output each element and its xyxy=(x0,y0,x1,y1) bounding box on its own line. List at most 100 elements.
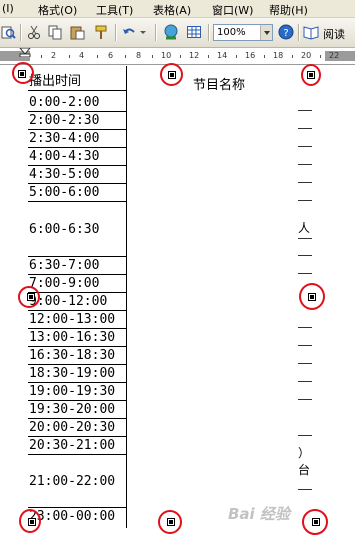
ruler-tick xyxy=(320,55,321,58)
time-cell: 2:30-4:00 xyxy=(28,131,126,148)
svg-text:?: ? xyxy=(283,28,288,39)
ruler-tick xyxy=(125,55,126,58)
time-cell: 19:30-20:00 xyxy=(28,402,126,419)
indent-marker-icon[interactable] xyxy=(19,48,31,57)
menu-format[interactable]: 格式(O) xyxy=(38,2,77,18)
time-cell: 5:00-6:00 xyxy=(28,185,126,202)
time-cell: 9:00-12:00 xyxy=(28,294,126,311)
help-icon[interactable]: ? xyxy=(278,24,294,40)
right-cell-mark xyxy=(298,273,312,274)
time-cell: 0:00-2:00 xyxy=(28,95,126,112)
read-mode-label[interactable]: 阅读 xyxy=(323,26,345,42)
chevron-down-icon[interactable] xyxy=(260,25,272,40)
ruler-tick xyxy=(41,55,42,58)
time-cell: 18:30-19:00 xyxy=(28,366,126,383)
standard-toolbar: 100% ? 阅读 xyxy=(0,18,355,48)
ruler-number: 18 xyxy=(273,51,284,60)
time-cell: 20:30-21:00 xyxy=(28,438,126,455)
ruler-tick xyxy=(152,55,153,58)
highlight-circle xyxy=(158,510,182,534)
ruler-number: 16 xyxy=(245,51,256,60)
time-cell: 19:00-19:30 xyxy=(28,384,126,401)
ruler-tick xyxy=(236,55,237,58)
right-cell-mark xyxy=(298,435,312,436)
ruler-tick xyxy=(292,55,293,58)
highlight-circle xyxy=(302,509,328,535)
toolbar-separator xyxy=(155,24,156,41)
time-cell: 13:00-16:30 xyxy=(28,330,126,347)
time-cell: 12:00-13:00 xyxy=(28,312,126,329)
right-cell-mark xyxy=(298,164,312,165)
ruler-tick xyxy=(69,55,70,58)
ruler-number: 6 xyxy=(108,51,114,60)
time-cell: 7:00-9:00 xyxy=(28,276,126,293)
print-preview-icon[interactable] xyxy=(0,24,16,40)
watermark: Bai 经验 xyxy=(228,505,290,523)
highlight-circle xyxy=(18,286,40,308)
header-program-name: 节目名称 xyxy=(193,78,246,93)
highlight-circle xyxy=(12,62,34,84)
table-icon[interactable] xyxy=(186,24,202,40)
ruler-number: 12 xyxy=(189,51,200,60)
header-broadcast-time: 播出时间 xyxy=(28,74,126,91)
copy-icon[interactable] xyxy=(47,24,63,40)
menu-help[interactable]: 帮助(H) xyxy=(269,2,308,18)
read-mode-icon[interactable] xyxy=(303,24,319,40)
highlight-circle xyxy=(19,509,41,533)
right-cell-mark xyxy=(298,363,312,364)
paste-icon[interactable] xyxy=(69,24,85,40)
document-page[interactable]: 播出时间 节目名称 0:00-2:00 2:00-2:30 2:30-4:00 … xyxy=(0,62,355,552)
time-cell: 4:00-4:30 xyxy=(28,149,126,166)
ruler-number: 14 xyxy=(217,51,228,60)
right-cell-mark xyxy=(298,255,312,256)
ruler-tick xyxy=(264,55,265,58)
right-cell-text: ） xyxy=(298,446,311,460)
menu-bar: (I) 格式(O) 工具(T) 表格(A) 窗口(W) 帮助(H) xyxy=(0,0,355,18)
ruler-tick xyxy=(180,55,181,58)
table-column-divider xyxy=(126,66,127,528)
ruler-number: 22 xyxy=(329,51,340,60)
right-cell-mark xyxy=(298,345,312,346)
right-cell-mark xyxy=(298,399,312,400)
ruler-number: 2 xyxy=(51,51,57,60)
toolbar-separator xyxy=(298,24,299,41)
time-cell: 16:30-18:30 xyxy=(28,348,126,365)
time-cell: 21:00-22:00 xyxy=(28,456,126,508)
toolbar-separator xyxy=(208,24,209,41)
time-cell: 2:00-2:30 xyxy=(28,113,126,130)
right-cell-text: 人 xyxy=(298,221,311,235)
format-painter-icon[interactable] xyxy=(93,24,109,40)
toolbar-separator xyxy=(115,24,116,41)
right-cell-mark xyxy=(298,381,312,382)
highlight-circle xyxy=(301,64,321,86)
time-cell: 6:30-7:00 xyxy=(28,258,126,275)
right-cell-mark xyxy=(298,238,312,239)
ruler-tick xyxy=(97,55,98,58)
right-cell-mark xyxy=(298,110,312,111)
toolbar-separator xyxy=(20,24,21,41)
ruler-tick xyxy=(208,55,209,58)
ruler-number: 10 xyxy=(161,51,172,60)
ruler-number: 20 xyxy=(301,51,312,60)
zoom-select[interactable]: 100% xyxy=(213,24,273,41)
menu-tools[interactable]: 工具(T) xyxy=(96,2,133,18)
ruler-number: 4 xyxy=(79,51,85,60)
right-cell-text: 台 xyxy=(298,463,311,477)
right-cell-mark xyxy=(298,200,312,201)
right-cell-mark xyxy=(298,489,312,490)
ruler-number: 8 xyxy=(136,51,142,60)
time-cell: 4:30-5:00 xyxy=(28,167,126,184)
cut-icon[interactable] xyxy=(26,24,42,40)
right-cell-mark xyxy=(298,146,312,147)
right-cell-mark xyxy=(298,128,312,129)
time-cell: 20:00-20:30 xyxy=(28,420,126,437)
undo-dropdown-icon[interactable] xyxy=(139,24,147,40)
time-cell: 6:00-6:30 xyxy=(28,203,126,257)
menu-insert[interactable]: (I) xyxy=(2,2,14,15)
hyperlink-icon[interactable] xyxy=(163,24,179,40)
highlight-circle xyxy=(299,283,325,310)
horizontal-ruler[interactable]: 2 4 6 8 10 12 14 16 18 20 22 xyxy=(0,48,355,65)
menu-table[interactable]: 表格(A) xyxy=(153,2,191,18)
menu-window[interactable]: 窗口(W) xyxy=(212,2,253,18)
undo-icon[interactable] xyxy=(121,24,137,40)
